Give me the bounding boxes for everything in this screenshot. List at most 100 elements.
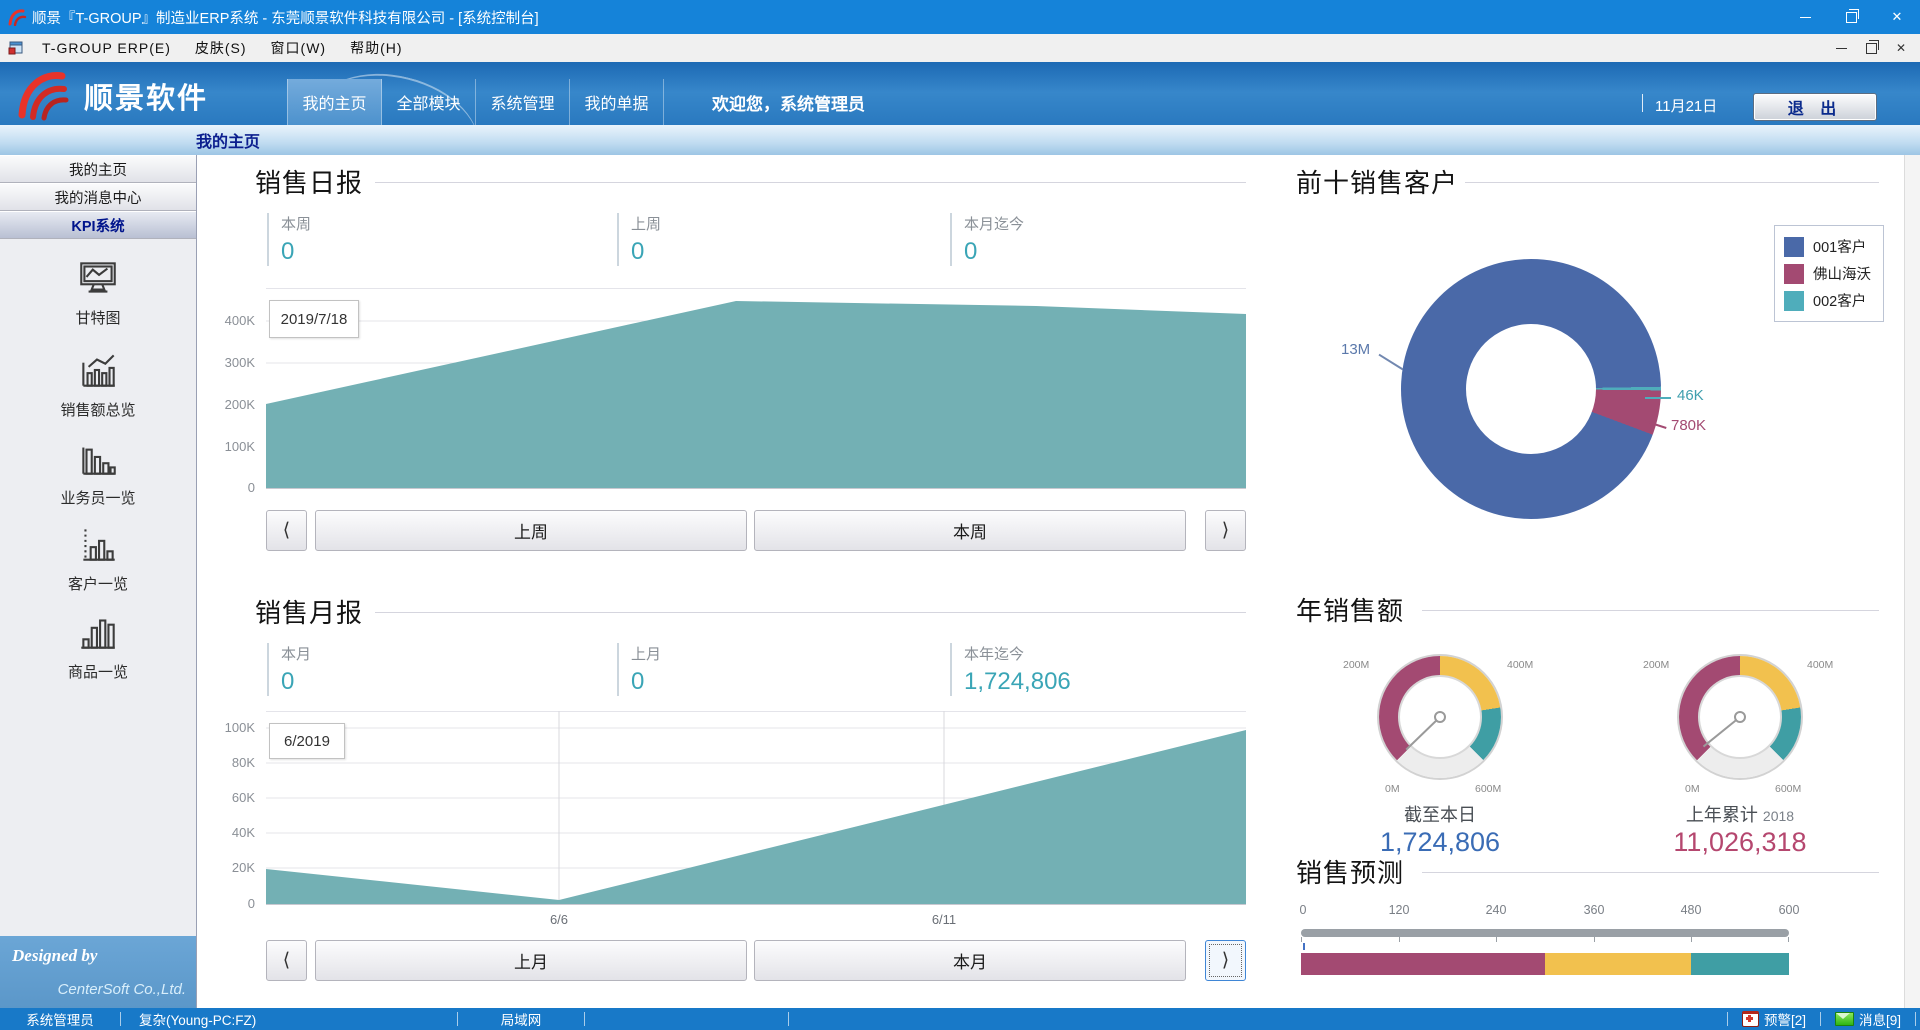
forecast-tick: 360 xyxy=(1572,903,1616,917)
gauge-caption: 截至本日 xyxy=(1340,801,1540,827)
tab-my-documents[interactable]: 我的单据 xyxy=(570,79,664,125)
donut-callout-46k: 46K xyxy=(1677,387,1704,404)
forecast-band-mid xyxy=(1545,953,1691,975)
legend-item-001[interactable]: 001客户 xyxy=(1784,233,1874,260)
sidebar-item-message-center[interactable]: 我的消息中心 xyxy=(0,183,196,211)
stat-last-month: 上月 0 xyxy=(617,643,961,696)
sidebar-tool-gantt[interactable]: 甘特图 xyxy=(0,255,196,328)
gauge-tick-200m: 200M xyxy=(1643,659,1669,671)
daily-area-chart[interactable] xyxy=(266,288,1246,489)
tab-system-management[interactable]: 系统管理 xyxy=(476,79,570,125)
monthly-prev-page-button[interactable]: ⟨ xyxy=(266,940,307,981)
y-axis-tick: 80K xyxy=(197,755,255,770)
y-axis-tick: 20K xyxy=(197,860,255,875)
gauge-last-year[interactable] xyxy=(1679,656,1801,778)
column-chart-icon xyxy=(75,609,121,655)
y-axis-tick: 400K xyxy=(197,313,255,328)
tab-my-home[interactable]: 我的主页 xyxy=(287,79,382,125)
daily-next-page-button[interactable]: ⟩ xyxy=(1205,510,1246,551)
legend-item-foshan[interactable]: 佛山海沃 xyxy=(1784,260,1874,287)
mdi-minimize-button[interactable] xyxy=(1826,36,1856,60)
forecast-tick: 120 xyxy=(1377,903,1421,917)
section-divider xyxy=(1422,610,1879,611)
menu-skin[interactable]: 皮肤(S) xyxy=(183,34,259,62)
legend-swatch xyxy=(1784,291,1804,311)
sidebar-item-my-home[interactable]: 我的主页 xyxy=(0,155,196,183)
donut-legend: 001客户 佛山海沃 002客户 xyxy=(1774,225,1884,322)
vertical-scrollbar[interactable] xyxy=(1904,155,1920,1008)
gauge-center-cap xyxy=(1734,711,1746,723)
window-minimize-button[interactable] xyxy=(1782,0,1828,34)
forecast-tickmark xyxy=(1399,937,1400,942)
logout-button[interactable]: 退 出 xyxy=(1753,93,1877,121)
stat-value: 0 xyxy=(281,668,611,696)
forecast-gauge-track xyxy=(1301,929,1789,937)
title-bar: 顺景『T-GROUP』制造业ERP系统 - 东莞顺景软件科技有限公司 - [系统… xyxy=(0,0,1920,34)
stat-value: 0 xyxy=(631,668,961,696)
sidebar-item-kpi-system[interactable]: KPI系统 xyxy=(0,211,196,239)
company-name: CenterSoft Co.,Ltd. xyxy=(58,981,186,998)
daily-this-week-button[interactable]: 本周 xyxy=(754,510,1186,551)
sidebar-tool-sales-overview[interactable]: 销售额总览 xyxy=(0,347,196,420)
stat-value: 1,724,806 xyxy=(964,668,1294,696)
monthly-report-title: 销售月报 xyxy=(255,593,363,630)
window-restore-button[interactable] xyxy=(1828,0,1874,34)
stat-label: 本年迄今 xyxy=(964,643,1294,664)
designed-by-text: Designed by xyxy=(12,946,97,966)
monthly-this-month-button[interactable]: 本月 xyxy=(754,940,1186,981)
gauge-caption-text: 截至本日 xyxy=(1404,805,1476,825)
window-close-button[interactable]: ✕ xyxy=(1874,0,1920,34)
brand-name: 顺景软件 xyxy=(84,75,208,117)
descending-bar-chart-icon xyxy=(75,435,121,481)
welcome-text: 欢迎您，系统管理员 xyxy=(712,79,865,125)
top-customers-donut-chart[interactable] xyxy=(1401,259,1661,519)
legend-swatch xyxy=(1784,237,1804,257)
daily-prev-page-button[interactable]: ⟨ xyxy=(266,510,307,551)
callout-line xyxy=(1379,354,1404,370)
monthly-last-month-button[interactable]: 上月 xyxy=(315,940,747,981)
stat-value: 0 xyxy=(964,238,1294,266)
forecast-tickmark xyxy=(1691,937,1692,942)
monthly-area-chart[interactable] xyxy=(266,711,1246,905)
gauge-tick-0m: 0M xyxy=(1685,783,1700,795)
forecast-tick: 600 xyxy=(1767,903,1811,917)
mdi-restore-button[interactable] xyxy=(1856,36,1886,60)
mdi-close-button[interactable]: ✕ xyxy=(1886,36,1916,60)
tab-all-modules[interactable]: 全部模块 xyxy=(382,79,476,125)
monthly-chart-tooltip: 6/2019 xyxy=(269,723,345,759)
menu-window[interactable]: 窗口(W) xyxy=(259,34,339,62)
forecast-band-high xyxy=(1691,953,1789,975)
menu-tgroup-erp[interactable]: T-GROUP ERP(E) xyxy=(30,34,183,62)
current-date: 11月21日 xyxy=(1655,95,1717,116)
gauge-caption-text: 上年累计 xyxy=(1686,805,1758,825)
sidebar-tool-salesman-list[interactable]: 业务员一览 xyxy=(0,435,196,508)
stat-label: 上月 xyxy=(631,643,961,664)
restore-icon xyxy=(1866,43,1877,54)
status-alerts[interactable]: 预警[2] xyxy=(1728,1008,1820,1030)
section-divider xyxy=(375,182,1246,183)
legend-label: 佛山海沃 xyxy=(1813,263,1871,284)
monthly-next-page-button[interactable]: ⟩ xyxy=(1205,940,1246,981)
y-axis-tick: 100K xyxy=(197,720,255,735)
status-separator xyxy=(1915,1012,1916,1026)
header-separator xyxy=(1642,94,1643,112)
dashboard-content: 销售日报 本周 0 上周 0 本月迄今 0 400K 300K 200K 100… xyxy=(197,155,1905,1008)
x-axis-tick: 6/6 xyxy=(529,912,589,927)
stat-year-to-date: 本年迄今 1,724,806 xyxy=(950,643,1294,696)
donut-callout-13m: 13M xyxy=(1341,341,1370,358)
menu-help[interactable]: 帮助(H) xyxy=(338,34,414,62)
daily-last-week-button[interactable]: 上周 xyxy=(315,510,747,551)
stat-month-to-date: 本月迄今 0 xyxy=(950,213,1294,266)
stat-this-month: 本月 0 xyxy=(267,643,611,696)
legend-item-002[interactable]: 002客户 xyxy=(1784,287,1874,314)
gauge-year-to-date[interactable] xyxy=(1379,656,1501,778)
status-messages[interactable]: 消息[9] xyxy=(1821,1008,1915,1030)
sidebar-tool-product-list[interactable]: 商品一览 xyxy=(0,609,196,682)
app-logo-icon xyxy=(8,8,28,26)
status-machine: 复杂(Young-PC:FZ) xyxy=(121,1008,457,1030)
stat-label: 本月 xyxy=(281,643,611,664)
top-customers-title: 前十销售客户 xyxy=(1296,163,1458,200)
sidebar-tool-label: 甘特图 xyxy=(0,307,196,328)
sidebar-tool-customer-list[interactable]: 客户一览 xyxy=(0,521,196,594)
menu-bar: T-GROUP ERP(E) 皮肤(S) 窗口(W) 帮助(H) ✕ xyxy=(0,34,1920,63)
